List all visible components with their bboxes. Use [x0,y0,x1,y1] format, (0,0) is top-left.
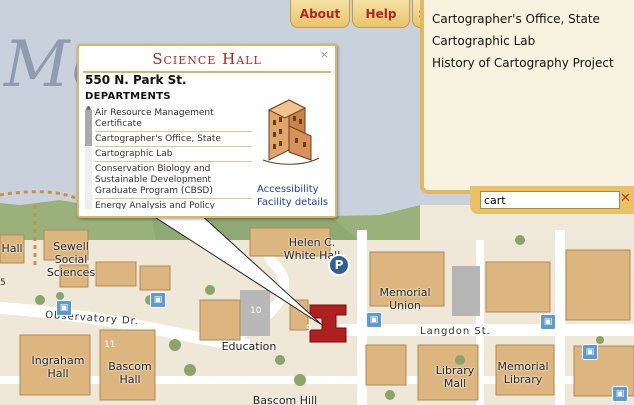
close-icon[interactable]: ✕ [620,191,631,206]
building-address: 550 N. Park St. [85,73,187,87]
popup-title: Science Hall [152,50,262,68]
search-results-panel: Cartographer's Office, State Cartographi… [420,0,634,194]
departments-heading: DEPARTMENTS [85,91,171,102]
departments-list[interactable]: ▲ Air Resource Management Certificate Ca… [85,106,252,209]
bus-stop-icon[interactable]: ▣ [150,292,166,308]
building-label-ingraham[interactable]: Ingraham Hall [24,354,92,380]
bus-stop-icon[interactable]: ▣ [612,386,628,402]
bus-stop-icon[interactable]: ▣ [56,300,72,316]
scrollbar[interactable]: ▲ [85,106,92,209]
parking-number-11: 11 [104,340,116,350]
building-label-sewell[interactable]: Sewell Social Sciences [36,240,106,279]
department-item[interactable]: Cartographer's Office, State [95,132,252,147]
parking-icon[interactable]: P [328,254,350,276]
building-label-hall[interactable]: Hall [0,242,24,255]
search-input[interactable] [480,191,620,209]
search-result-item[interactable]: History of Cartography Project [424,52,634,74]
building-label-memorial-union[interactable]: Memorial Union [370,286,440,312]
building-label-bascom[interactable]: Bascom Hall [98,360,162,386]
tab-help[interactable]: Help [352,0,410,28]
department-item[interactable]: Cartographic Lab [95,147,252,162]
close-icon[interactable]: × [320,48,329,61]
building-popup: Science Hall × 550 N. Park St. DEPARTMEN… [77,44,337,218]
bus-stop-icon[interactable]: ▣ [366,312,382,328]
building-label-library-mall[interactable]: Library Mall [420,364,490,390]
search-bar: ✕ [470,186,634,214]
bus-stop-icon[interactable]: ▣ [582,344,598,360]
facility-details-link[interactable]: Facility details [257,197,328,208]
accessibility-link[interactable]: Accessibility [257,184,319,195]
search-result-item[interactable]: Cartographer's Office, State [424,8,634,30]
building-label-bascom-hill[interactable]: Bascom Hill [240,394,330,405]
department-item[interactable]: Energy Analysis and Policy [95,199,252,209]
scrollbar-thumb[interactable] [85,110,92,146]
building-label-memorial-library[interactable]: Memorial Library [488,360,558,386]
building-illustration [262,99,320,165]
tab-about[interactable]: About [290,0,350,28]
parking-number-9: 9 [306,324,312,334]
bus-stop-icon[interactable]: ▣ [540,314,556,330]
search-result-item[interactable]: Cartographic Lab [424,30,634,52]
department-item[interactable]: Air Resource Management Certificate [95,106,252,132]
parking-number-5: 5 [0,278,6,288]
parking-number-10: 10 [250,306,262,316]
building-label-education[interactable]: Education [214,340,284,353]
department-item[interactable]: Conservation Biology and Sustainable Dev… [95,162,252,199]
langdon-st-label: Langdon St. [420,326,491,337]
